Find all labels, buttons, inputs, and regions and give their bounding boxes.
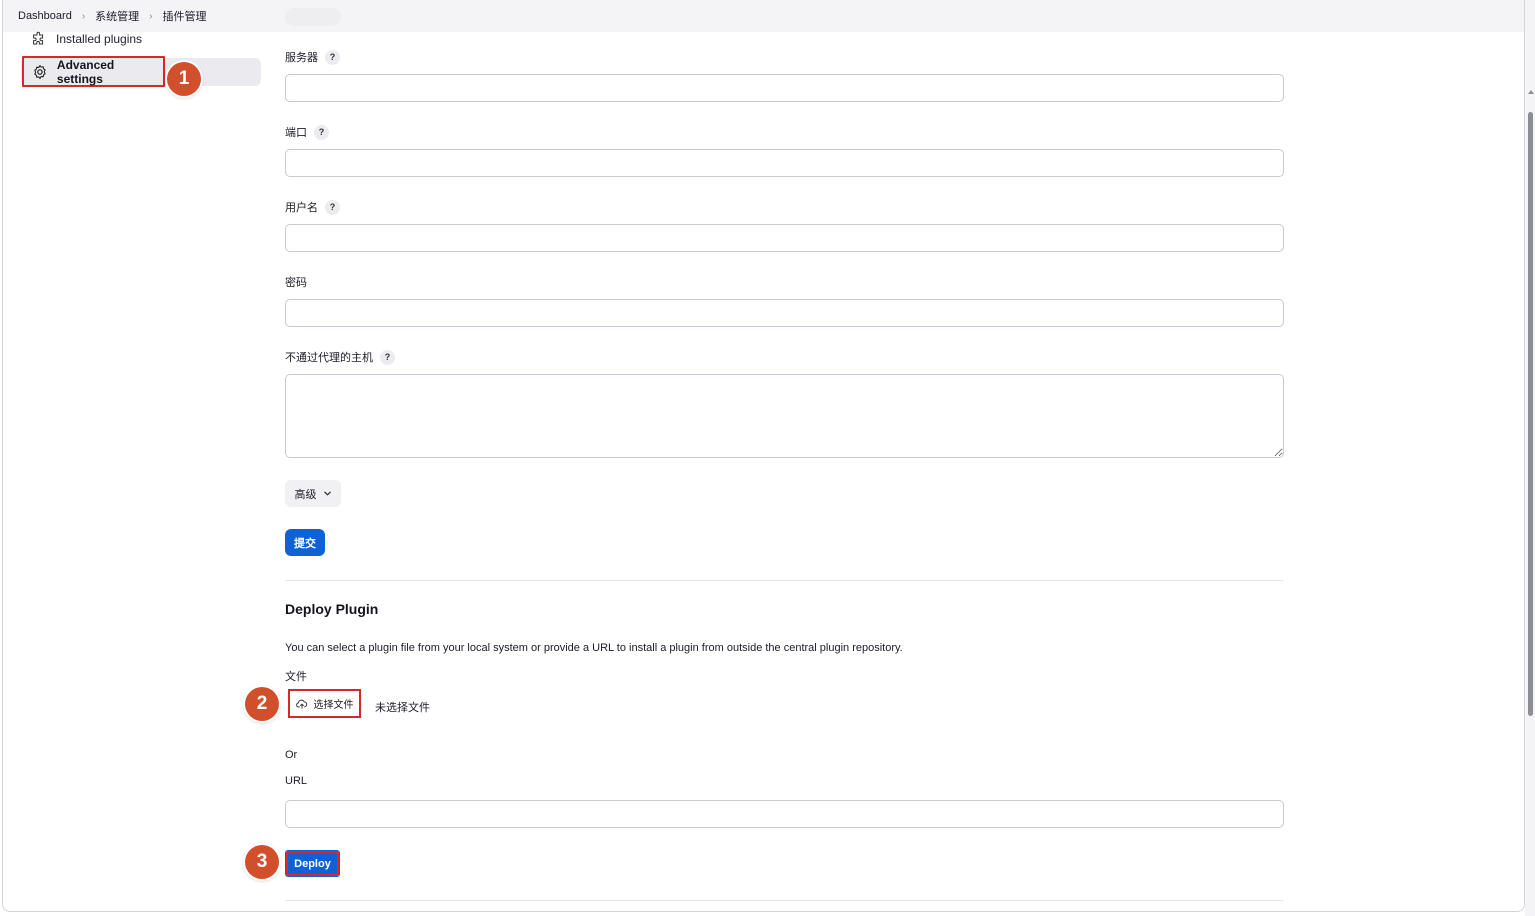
- server-label-text: 服务器: [285, 52, 318, 64]
- annotation-badge-3: 3: [245, 845, 279, 879]
- no-proxy-hosts-textarea[interactable]: [285, 374, 1284, 458]
- file-label: 文件: [285, 671, 307, 683]
- gear-icon: [34, 64, 46, 79]
- annotation-badge-1: 1: [167, 62, 201, 96]
- cloud-upload-icon: [295, 699, 307, 709]
- username-input[interactable]: [285, 224, 1284, 252]
- sidebar-item-label: Installed plugins: [56, 32, 143, 46]
- no-file-selected-text: 未选择文件: [375, 702, 430, 714]
- port-label: 端口 ?: [285, 124, 329, 140]
- breadcrumb-dashboard[interactable]: Dashboard: [18, 10, 72, 22]
- server-help-icon[interactable]: ?: [325, 49, 340, 65]
- advanced-toggle-button[interactable]: 高级: [285, 480, 341, 507]
- port-input[interactable]: [285, 149, 1284, 177]
- section-divider: [285, 580, 1284, 581]
- username-label: 用户名 ?: [285, 199, 340, 215]
- password-input[interactable]: [285, 299, 1284, 327]
- username-help-icon[interactable]: ?: [325, 199, 340, 215]
- server-input[interactable]: [285, 74, 1284, 102]
- deploy-plugin-description: You can select a plugin file from your l…: [285, 642, 903, 654]
- no-proxy-hosts-label: 不通过代理的主机 ?: [285, 349, 395, 365]
- password-label: 密码: [285, 274, 307, 290]
- choose-file-label: 选择文件: [313, 700, 354, 711]
- submit-button[interactable]: 提交: [285, 529, 325, 556]
- breadcrumb-separator-icon: ›: [81, 10, 86, 22]
- page-frame: Dashboard › 系统管理 › 插件管理 Installed plugin…: [2, 0, 1525, 912]
- no-proxy-hosts-label-text: 不通过代理的主机: [285, 352, 373, 364]
- no-proxy-hosts-help-icon[interactable]: ?: [380, 349, 395, 365]
- username-label-text: 用户名: [285, 202, 318, 214]
- sidebar-item-advanced-settings[interactable]: Advanced settings: [22, 56, 165, 87]
- deploy-plugin-title: Deploy Plugin: [285, 601, 379, 617]
- breadcrumb-system-management[interactable]: 系统管理: [95, 8, 139, 24]
- or-label: Or: [285, 749, 298, 761]
- password-label-text: 密码: [285, 277, 307, 289]
- breadcrumb-bar: Dashboard › 系统管理 › 插件管理: [3, 0, 1524, 32]
- url-label: URL: [285, 775, 308, 787]
- breadcrumb-separator-icon: ›: [149, 10, 153, 22]
- choose-file-button[interactable]: 选择文件: [288, 689, 361, 718]
- breadcrumb: Dashboard › 系统管理 › 插件管理: [18, 8, 207, 24]
- scroll-up-arrow-icon[interactable]: [1527, 88, 1535, 96]
- puzzle-icon: [33, 31, 44, 45]
- advanced-button-label: 高级: [294, 488, 317, 501]
- chevron-down-icon: [323, 491, 331, 496]
- breadcrumb-plugin-management[interactable]: 插件管理: [163, 8, 207, 24]
- sidebar-item-installed-plugins[interactable]: Installed plugins: [31, 29, 142, 49]
- section-divider: [285, 900, 1284, 901]
- server-label: 服务器 ?: [285, 49, 340, 65]
- plugin-url-input[interactable]: [285, 800, 1284, 828]
- annotation-badge-2: 2: [245, 687, 279, 721]
- deploy-button[interactable]: Deploy: [285, 850, 340, 877]
- port-help-icon[interactable]: ?: [314, 124, 329, 140]
- port-label-text: 端口: [285, 127, 307, 139]
- faded-header-chip: [285, 8, 341, 26]
- sidebar-item-label: Advanced settings: [56, 57, 115, 86]
- scrollbar-thumb[interactable]: [1528, 112, 1533, 716]
